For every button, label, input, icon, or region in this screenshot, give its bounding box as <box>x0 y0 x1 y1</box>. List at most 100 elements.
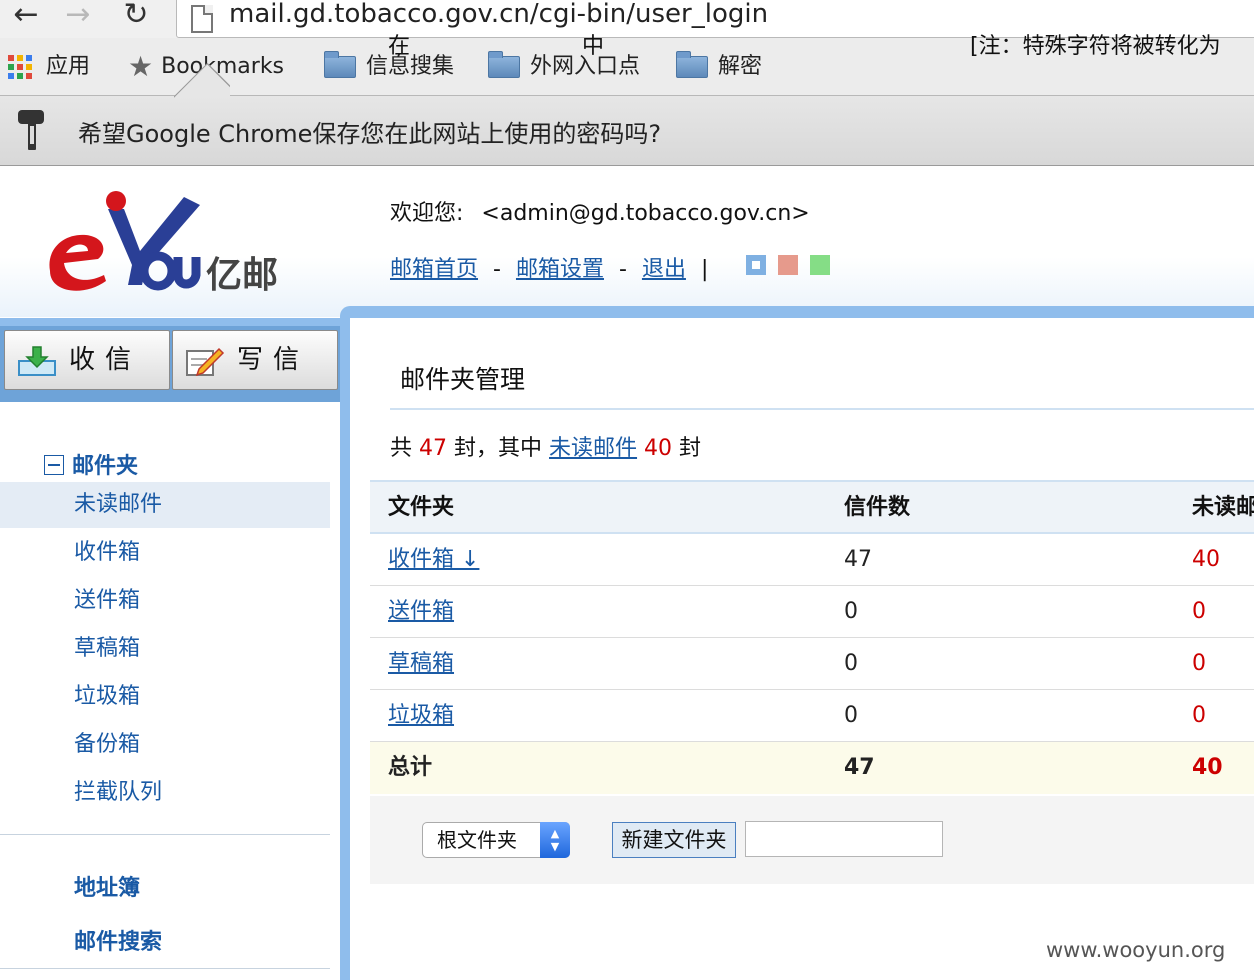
page-title: 邮件夹管理 <box>400 365 526 394</box>
column-header-count: 信件数 <box>844 495 911 520</box>
sidebar-edge <box>0 318 340 326</box>
forward-arrow-icon[interactable]: → <box>60 0 96 32</box>
infobar-pointer <box>174 46 230 98</box>
folder-link-drafts[interactable]: 草稿箱 <box>388 638 454 690</box>
action-bar: 收信 写信 <box>0 326 340 402</box>
summary-suffix: 封 <box>679 436 702 461</box>
theme-red-swatch[interactable] <box>778 255 798 275</box>
new-folder-button[interactable]: 新建文件夹 <box>612 822 736 858</box>
new-folder-mid-label: 中 <box>582 34 605 59</box>
folder-table: 文件夹 信件数 未读邮 收件箱 ↓ 47 40 送件箱 0 0 草稿箱 0 0 … <box>370 480 1254 794</box>
sidebar-item-drafts[interactable]: 草稿箱 <box>0 626 330 672</box>
theme-blue-swatch[interactable] <box>746 255 766 275</box>
key-icon <box>18 110 46 152</box>
table-cell-unread: 40 <box>1192 547 1220 572</box>
table-cell-unread: 0 <box>1192 703 1206 728</box>
column-header-folder: 文件夹 <box>388 495 455 520</box>
folder-icon <box>488 51 520 78</box>
watermark: www.wooyun.org <box>1046 938 1226 962</box>
eyou-logo: 亿邮 <box>49 191 278 296</box>
total-label: 总计 <box>388 755 433 780</box>
new-folder-in-label: 在 <box>388 34 411 59</box>
table-row: 垃圾箱 0 0 <box>370 690 1254 742</box>
folder-link-trash[interactable]: 垃圾箱 <box>388 690 454 742</box>
save-password-infobar: 希望Google Chrome保存您在此网站上使用的密码吗? <box>0 96 1254 166</box>
special-char-note: [注：特殊字符将被转化为 <box>970 34 1221 59</box>
sidebar-divider <box>0 968 330 969</box>
total-unread: 40 <box>1192 755 1223 780</box>
select-updown-icon: ▲ ▼ <box>540 822 570 858</box>
bookmark-apps[interactable]: 应用 <box>8 52 90 82</box>
table-cell-count: 0 <box>844 703 858 728</box>
back-arrow-icon[interactable]: ← <box>8 0 44 32</box>
table-cell-unread: 0 <box>1192 599 1206 624</box>
summary-prefix: 共 <box>390 436 413 461</box>
mail-summary: 共 47 封，其中 未读邮件 40 封 <box>390 430 701 462</box>
summary-unread-count: 40 <box>644 436 673 461</box>
link-separator: - <box>493 257 501 282</box>
table-cell-count: 0 <box>844 651 858 676</box>
sidebar-address-book[interactable]: 地址簿 <box>74 870 140 902</box>
mail-header: 亿邮 欢迎您: <admin@gd.tobacco.gov.cn> 邮箱首页 - … <box>0 167 1254 317</box>
total-count: 47 <box>844 755 875 780</box>
sidebar-item-blocked-queue[interactable]: 拦截队列 <box>0 770 330 816</box>
compose-pencil-icon <box>186 347 225 377</box>
user-email: <admin@gd.tobacco.gov.cn> <box>481 201 810 226</box>
bookmark-folder-decrypt-label: 解密 <box>718 54 763 79</box>
receive-mail-button[interactable]: 收信 <box>4 330 170 390</box>
sidebar-mail-search[interactable]: 邮件搜索 <box>74 924 162 956</box>
collapse-minus-icon[interactable] <box>44 455 64 475</box>
write-mail-button[interactable]: 写信 <box>172 330 338 390</box>
table-row: 收件箱 ↓ 47 40 <box>370 534 1254 586</box>
table-row: 送件箱 0 0 <box>370 586 1254 638</box>
folder-icon <box>324 51 356 78</box>
page-icon <box>191 5 213 33</box>
title-divider <box>390 408 1254 410</box>
star-icon: ★ <box>128 50 154 83</box>
bookmark-folder-decrypt[interactable]: 解密 <box>676 51 763 82</box>
table-total-row: 总计 47 40 <box>370 742 1254 794</box>
new-folder-name-input[interactable] <box>745 821 943 857</box>
mailbox-settings-link[interactable]: 邮箱设置 <box>516 257 604 282</box>
welcome-line: 欢迎您: <admin@gd.tobacco.gov.cn> <box>390 195 810 227</box>
reload-icon[interactable]: ↻ <box>118 0 154 32</box>
link-separator: - <box>618 257 627 282</box>
sidebar-item-inbox[interactable]: 收件箱 <box>0 530 330 576</box>
table-header-row: 文件夹 信件数 未读邮 <box>370 480 1254 534</box>
sidebar-item-backup[interactable]: 备份箱 <box>0 722 330 768</box>
table-cell-unread: 0 <box>1192 651 1206 676</box>
folder-icon <box>676 51 708 78</box>
column-header-unread: 未读邮 <box>1192 495 1254 520</box>
welcome-label: 欢迎您: <box>390 201 464 226</box>
theme-green-swatch[interactable] <box>810 255 830 275</box>
bookmark-apps-label: 应用 <box>46 54 91 79</box>
folder-link-sent[interactable]: 送件箱 <box>388 586 454 638</box>
header-links: 邮箱首页 - 邮箱设置 - 退出 | <box>390 251 716 283</box>
sidebar-divider <box>0 834 330 835</box>
folder-link-inbox[interactable]: 收件箱 ↓ <box>388 534 479 586</box>
link-pipe: | <box>700 257 709 282</box>
receive-mail-label: 收信 <box>69 345 142 375</box>
unread-mail-link[interactable]: 未读邮件 <box>549 436 637 461</box>
summary-total-count: 47 <box>419 436 448 461</box>
table-cell-count: 0 <box>844 599 858 624</box>
parent-folder-select[interactable]: 根文件夹 ▲ ▼ <box>422 822 570 858</box>
sidebar-item-sent[interactable]: 送件箱 <box>0 578 330 624</box>
write-mail-label: 写信 <box>237 345 310 375</box>
table-row: 草稿箱 0 0 <box>370 638 1254 690</box>
sidebar-item-unread[interactable]: 未读邮件 <box>0 482 330 528</box>
parent-folder-selected: 根文件夹 <box>437 828 517 852</box>
logo-text: 亿邮 <box>206 255 278 296</box>
url-text[interactable]: mail.gd.tobacco.gov.cn/cgi-bin/user_logi… <box>229 0 768 29</box>
summary-mid: 封，其中 <box>454 436 543 461</box>
apps-grid-icon <box>8 55 32 79</box>
mailbox-home-link[interactable]: 邮箱首页 <box>390 257 478 282</box>
sidebar-item-trash[interactable]: 垃圾箱 <box>0 674 330 720</box>
mail-folders-heading: 邮件夹 <box>72 454 139 479</box>
bookmark-folder-entry[interactable]: 外网入口点 <box>488 51 640 82</box>
save-password-prompt: 希望Google Chrome保存您在此网站上使用的密码吗? <box>78 120 662 148</box>
logout-link[interactable]: 退出 <box>642 257 686 282</box>
inbox-download-icon <box>18 346 56 376</box>
mail-folders-toggle[interactable]: 邮件夹 <box>44 448 138 480</box>
table-cell-count: 47 <box>844 547 872 572</box>
